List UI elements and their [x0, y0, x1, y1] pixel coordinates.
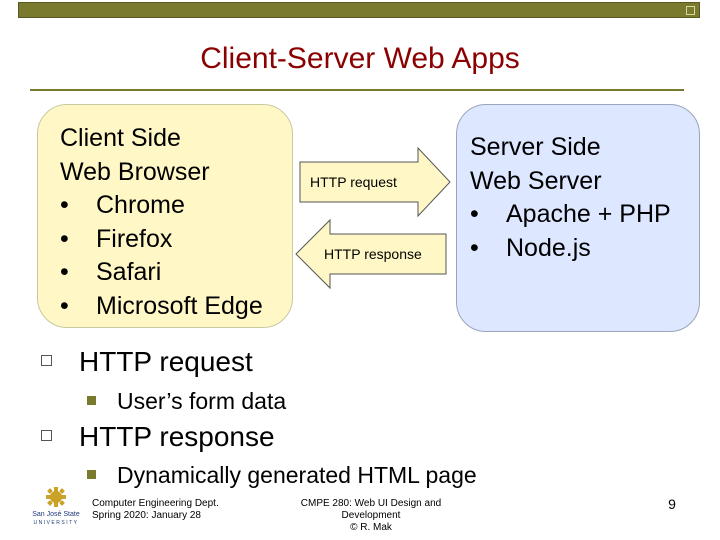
sjsu-logo: San José State UNIVERSITY [32, 487, 80, 526]
filled-square-bullet-icon [87, 470, 96, 479]
page-number: 9 [668, 496, 676, 512]
footer-date: Spring 2020: January 28 [92, 510, 201, 521]
sub-bullet-dynamic-html: Dynamically generated HTML page [87, 462, 477, 489]
footer-course: CMPE 280: Web UI Design and Development [300, 498, 442, 521]
footer-left: Computer Engineering Dept. Spring 2020: … [92, 498, 219, 522]
logo-wordmark: San José State [32, 511, 80, 518]
filled-square-bullet-icon [87, 396, 96, 405]
request-arrow-label: HTTP request [310, 174, 397, 190]
hollow-square-bullet-icon [41, 430, 52, 441]
response-arrow-label: HTTP response [324, 246, 422, 262]
footer-center: CMPE 280: Web UI Design and Development … [270, 498, 472, 534]
bullet-http-response: HTTP response [41, 421, 275, 453]
logo-subword: UNIVERSITY [33, 520, 78, 526]
hollow-square-bullet-icon [41, 355, 52, 366]
sub-bullet-form-data: User’s form data [87, 388, 286, 415]
footer-department: Computer Engineering Dept. [92, 498, 219, 509]
arrows-layer [295, 146, 451, 290]
footer-author: © R. Mak [350, 522, 392, 533]
bullet-http-request: HTTP request [41, 346, 253, 378]
